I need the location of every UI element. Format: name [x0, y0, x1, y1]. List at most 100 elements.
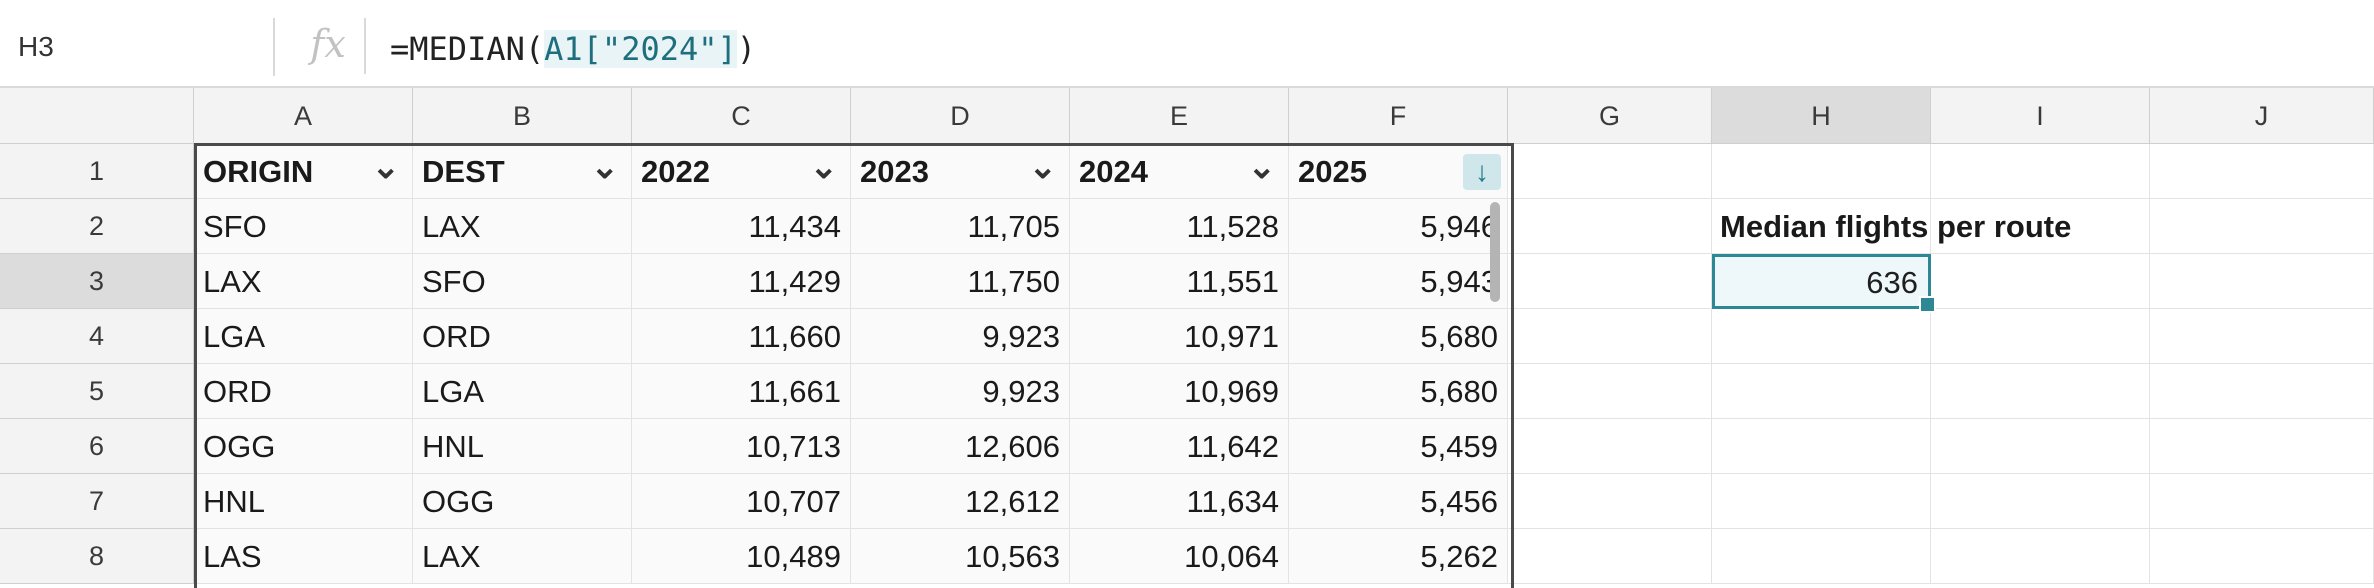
empty-cell[interactable]	[1508, 199, 1712, 254]
empty-cell[interactable]	[1508, 529, 1712, 584]
table-cell[interactable]: SFO	[194, 199, 413, 254]
empty-cell[interactable]	[2150, 144, 2374, 199]
empty-cell[interactable]	[1931, 144, 2150, 199]
table-cell[interactable]: 11,528	[1070, 199, 1289, 254]
empty-cell[interactable]	[1712, 364, 1931, 419]
table-header-cell[interactable]: 2022 ⌄	[632, 144, 851, 199]
chevron-down-icon[interactable]: ⌄	[372, 144, 401, 190]
table-cell[interactable]: 10,971	[1070, 309, 1289, 364]
table-cell[interactable]: 9,923	[851, 364, 1070, 419]
chevron-down-icon[interactable]: ⌄	[1029, 144, 1058, 190]
empty-cell[interactable]	[2150, 474, 2374, 529]
empty-cell[interactable]	[1931, 309, 2150, 364]
table-cell[interactable]: LGA	[413, 364, 632, 419]
select-all-corner[interactable]	[0, 88, 194, 144]
chevron-down-icon[interactable]: ⌄	[810, 144, 839, 190]
column-header-e[interactable]: E	[1070, 88, 1289, 144]
table-cell[interactable]: OGG	[194, 419, 413, 474]
column-header-i[interactable]: I	[1931, 88, 2150, 144]
column-header-c[interactable]: C	[632, 88, 851, 144]
table-cell[interactable]: 12,612	[851, 474, 1070, 529]
table-cell[interactable]: ORD	[413, 309, 632, 364]
row-header-5[interactable]: 5	[0, 364, 194, 419]
arrow-down-icon[interactable]: ↓	[1463, 154, 1501, 190]
table-header-cell[interactable]: 2023 ⌄	[851, 144, 1070, 199]
empty-cell[interactable]	[1712, 144, 1931, 199]
table-cell[interactable]: HNL	[413, 419, 632, 474]
row-header-3[interactable]: 3	[0, 254, 194, 309]
table-cell[interactable]: 5,680	[1289, 364, 1508, 419]
table-cell[interactable]: ORD	[194, 364, 413, 419]
chevron-down-icon[interactable]: ⌄	[591, 144, 620, 190]
table-cell[interactable]: 11,642	[1070, 419, 1289, 474]
table-cell[interactable]: OGG	[413, 474, 632, 529]
table-cell[interactable]: LGA	[194, 309, 413, 364]
table-cell[interactable]: 9,923	[851, 309, 1070, 364]
selected-cell-h3[interactable]: 636	[1712, 254, 1931, 309]
table-cell[interactable]: 11,750	[851, 254, 1070, 309]
row-header-7[interactable]: 7	[0, 474, 194, 529]
row-header-2[interactable]: 2	[0, 199, 194, 254]
table-scrollbar[interactable]	[1490, 202, 1500, 302]
table-header-cell[interactable]: DEST ⌄	[413, 144, 632, 199]
table-cell[interactable]: HNL	[194, 474, 413, 529]
table-cell[interactable]: 11,661	[632, 364, 851, 419]
table-cell[interactable]: 10,707	[632, 474, 851, 529]
table-cell[interactable]: 5,943	[1289, 254, 1508, 309]
empty-cell[interactable]	[2150, 199, 2374, 254]
table-cell[interactable]: 10,969	[1070, 364, 1289, 419]
table-cell[interactable]: 11,434	[632, 199, 851, 254]
empty-cell[interactable]	[2150, 419, 2374, 474]
table-cell[interactable]: LAX	[194, 254, 413, 309]
empty-cell[interactable]	[1712, 309, 1931, 364]
table-cell[interactable]: 11,634	[1070, 474, 1289, 529]
table-cell[interactable]: 12,606	[851, 419, 1070, 474]
empty-cell[interactable]	[2150, 529, 2374, 584]
name-box[interactable]: H3	[0, 18, 275, 76]
table-cell[interactable]: LAX	[413, 529, 632, 584]
empty-cell[interactable]	[1712, 474, 1931, 529]
table-cell[interactable]: 10,489	[632, 529, 851, 584]
table-cell[interactable]: 10,563	[851, 529, 1070, 584]
empty-cell[interactable]	[2150, 254, 2374, 309]
table-cell[interactable]: 11,551	[1070, 254, 1289, 309]
empty-cell[interactable]	[1712, 419, 1931, 474]
empty-cell[interactable]	[1931, 529, 2150, 584]
column-header-j[interactable]: J	[2150, 88, 2374, 144]
table-cell[interactable]: LAX	[413, 199, 632, 254]
empty-cell[interactable]	[1508, 309, 1712, 364]
empty-cell[interactable]	[2150, 309, 2374, 364]
table-cell[interactable]: 5,456	[1289, 474, 1508, 529]
formula-input[interactable]: =MEDIAN(A1["2024"])	[390, 18, 756, 80]
row-header-6[interactable]: 6	[0, 419, 194, 474]
table-cell[interactable]: 10,064	[1070, 529, 1289, 584]
empty-cell[interactable]	[2150, 364, 2374, 419]
table-cell[interactable]: 10,713	[632, 419, 851, 474]
table-cell[interactable]: 5,459	[1289, 419, 1508, 474]
table-cell[interactable]: 11,660	[632, 309, 851, 364]
column-header-f[interactable]: F	[1289, 88, 1508, 144]
empty-cell[interactable]	[1508, 474, 1712, 529]
table-header-cell[interactable]: ORIGIN ⌄	[194, 144, 413, 199]
row-header-4[interactable]: 4	[0, 309, 194, 364]
empty-cell[interactable]	[1931, 419, 2150, 474]
column-header-d[interactable]: D	[851, 88, 1070, 144]
empty-cell[interactable]	[1931, 474, 2150, 529]
chevron-down-icon[interactable]: ⌄	[1248, 144, 1277, 190]
empty-cell[interactable]	[1508, 144, 1712, 199]
fill-handle[interactable]	[1919, 296, 1936, 313]
row-header-8[interactable]: 8	[0, 529, 194, 584]
table-cell[interactable]: 11,429	[632, 254, 851, 309]
column-header-h[interactable]: H	[1712, 88, 1931, 144]
table-cell[interactable]: 11,705	[851, 199, 1070, 254]
empty-cell[interactable]	[1508, 364, 1712, 419]
empty-cell[interactable]	[1931, 364, 2150, 419]
table-header-cell[interactable]: 2025 ↓	[1289, 144, 1508, 199]
table-cell[interactable]: SFO	[413, 254, 632, 309]
table-cell[interactable]: LAS	[194, 529, 413, 584]
column-header-a[interactable]: A	[194, 88, 413, 144]
empty-cell[interactable]	[1508, 419, 1712, 474]
empty-cell[interactable]	[1931, 254, 2150, 309]
table-cell[interactable]: 5,262	[1289, 529, 1508, 584]
empty-cell[interactable]	[1712, 529, 1931, 584]
